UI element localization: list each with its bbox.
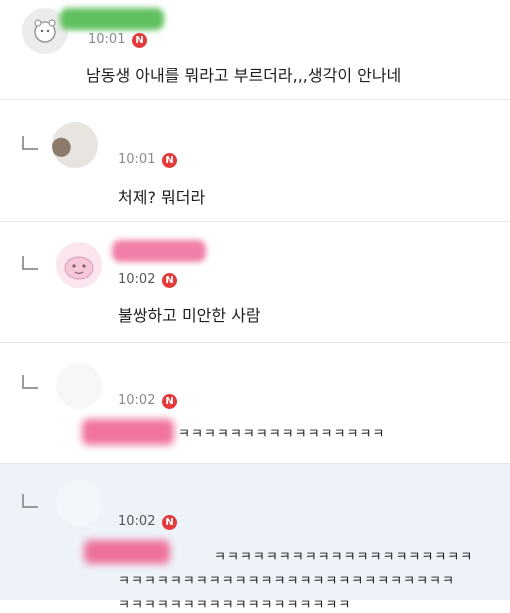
- comment-text-line: ㅋㅋㅋㅋㅋㅋㅋㅋㅋㅋㅋㅋㅋㅋㅋㅋㅋㅋ: [118, 598, 352, 613]
- comment-time: 10:02: [118, 272, 156, 287]
- comment-time: 10:01: [88, 32, 126, 47]
- avatar[interactable]: [56, 363, 102, 409]
- reply-arrow-icon: [22, 375, 38, 389]
- comment-text-line: ㅋㅋㅋㅋㅋㅋㅋㅋㅋㅋㅋㅋㅋㅋㅋㅋㅋㅋㅋㅋㅋㅋㅋㅋㅋㅋ: [118, 574, 455, 589]
- comment-time: 10:01: [118, 152, 156, 167]
- mention-redacted: [82, 419, 174, 445]
- username-redacted: [60, 8, 164, 30]
- new-badge: N: [162, 394, 177, 409]
- comment-time: 10:02: [118, 393, 156, 408]
- mention-redacted: [84, 540, 170, 564]
- comment-item: 10:01 N 남동생 아내를 뭐라고 부르더라,,,생각이 안나네: [0, 0, 510, 100]
- comment-item-reply: 10:01 N 처제? 뭐더라: [0, 100, 510, 222]
- character-face-icon: [64, 256, 94, 280]
- comment-text: ㅋㅋㅋㅋㅋㅋㅋㅋㅋㅋㅋㅋㅋㅋㅋㅋ: [178, 427, 386, 442]
- username-redacted: [112, 240, 206, 262]
- reply-arrow-icon: [22, 494, 38, 508]
- comment-text-line: ㅋㅋㅋㅋㅋㅋㅋㅋㅋㅋㅋㅋㅋㅋㅋㅋㅋㅋㅋㅋ: [214, 550, 474, 565]
- avatar[interactable]: [56, 480, 102, 526]
- comment-item-reply: 10:02 N ㅋㅋㅋㅋㅋㅋㅋㅋㅋㅋㅋㅋㅋㅋㅋㅋ: [0, 343, 510, 464]
- comment-item-reply: 10:02 N 불쌍하고 미안한 사람: [0, 222, 510, 343]
- new-badge: N: [162, 153, 177, 168]
- comment-thread: 10:01 N 남동생 아내를 뭐라고 부르더라,,,생각이 안나네 10:01…: [0, 0, 510, 613]
- comment-text: 불쌍하고 미안한 사람: [118, 306, 261, 325]
- new-badge: N: [162, 273, 177, 288]
- reply-arrow-icon: [22, 256, 38, 270]
- avatar[interactable]: [56, 242, 102, 288]
- avatar[interactable]: [52, 122, 98, 168]
- comment-text: 처제? 뭐더라: [118, 188, 206, 207]
- new-badge: N: [132, 33, 147, 48]
- new-badge: N: [162, 515, 177, 530]
- reply-arrow-icon: [22, 136, 38, 150]
- comment-text: 남동생 아내를 뭐라고 부르더라,,,생각이 안나네: [86, 66, 402, 85]
- comment-time: 10:02: [118, 514, 156, 529]
- comment-item-reply-highlighted: 10:02 N ㅋㅋㅋㅋㅋㅋㅋㅋㅋㅋㅋㅋㅋㅋㅋㅋㅋㅋㅋㅋ ㅋㅋㅋㅋㅋㅋㅋㅋㅋㅋㅋ…: [0, 464, 510, 613]
